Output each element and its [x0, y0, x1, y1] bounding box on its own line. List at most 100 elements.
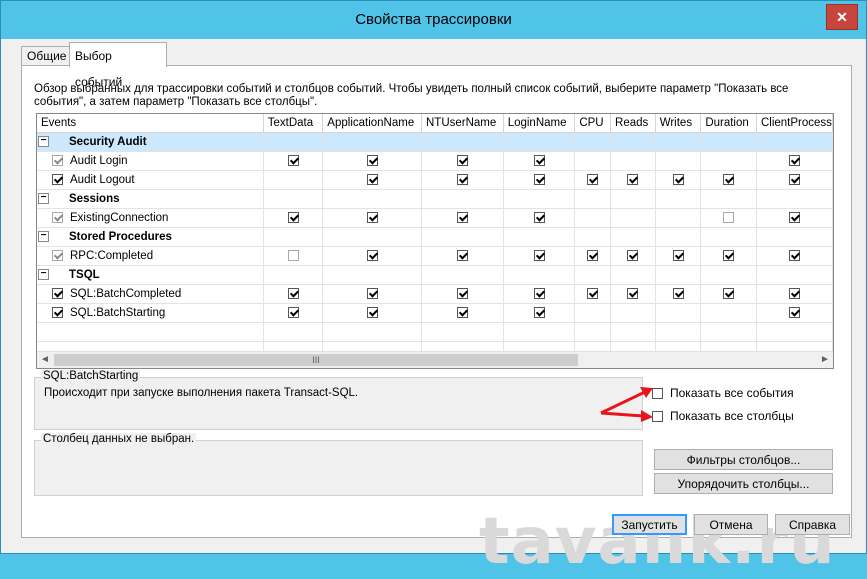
column-checkbox[interactable]: [287, 307, 299, 319]
event-cell[interactable]: [610, 246, 656, 266]
event-row[interactable]: ExistingConnection: [37, 208, 833, 228]
column-checkbox[interactable]: [366, 288, 378, 300]
column-checkbox[interactable]: [672, 250, 684, 262]
column-checkbox[interactable]: [788, 250, 800, 262]
title-bar[interactable]: Свойства трассировки ✕: [1, 1, 866, 39]
column-checkbox[interactable]: [587, 288, 599, 300]
column-checkbox[interactable]: [533, 155, 545, 167]
cancel-button[interactable]: Отмена: [694, 514, 768, 535]
column-checkbox[interactable]: [533, 250, 545, 262]
column-checkbox[interactable]: [788, 307, 800, 319]
event-cell[interactable]: [421, 208, 504, 228]
column-header-clientprocess[interactable]: ClientProcess: [756, 114, 833, 133]
column-checkbox[interactable]: [456, 155, 468, 167]
scroll-right-arrow-icon[interactable]: ►: [817, 352, 833, 368]
event-cell[interactable]: [700, 170, 757, 190]
event-cell[interactable]: [574, 246, 612, 266]
column-header-cpu[interactable]: CPU: [574, 114, 612, 133]
column-checkbox[interactable]: [533, 212, 545, 224]
column-header-textdata[interactable]: TextData: [263, 114, 324, 133]
scroll-thumb[interactable]: III: [54, 354, 578, 366]
column-checkbox[interactable]: [788, 155, 800, 167]
event-cell[interactable]: [503, 284, 576, 304]
column-checkbox[interactable]: [366, 307, 378, 319]
event-row[interactable]: SQL:BatchStarting: [37, 303, 833, 323]
column-checkbox[interactable]: [788, 212, 800, 224]
collapse-icon[interactable]: −: [38, 269, 49, 281]
event-cell[interactable]: [322, 170, 422, 190]
event-cell[interactable]: [263, 303, 324, 323]
event-enable-checkbox[interactable]: [52, 288, 63, 300]
column-checkbox[interactable]: [287, 212, 299, 224]
column-checkbox[interactable]: [788, 288, 800, 300]
event-cell[interactable]: [756, 208, 833, 228]
event-row[interactable]: Audit Login: [37, 151, 833, 171]
column-checkbox[interactable]: [627, 174, 639, 186]
column-checkbox[interactable]: [366, 174, 378, 186]
event-cell[interactable]: [574, 170, 612, 190]
event-cell[interactable]: [655, 284, 702, 304]
column-header-events[interactable]: Events: [37, 114, 264, 133]
column-checkbox[interactable]: [456, 212, 468, 224]
event-cell[interactable]: [322, 208, 422, 228]
event-cell[interactable]: [421, 303, 504, 323]
column-checkbox[interactable]: [366, 155, 378, 167]
event-cell[interactable]: [503, 246, 576, 266]
event-cell[interactable]: [655, 246, 702, 266]
event-cell[interactable]: [574, 284, 612, 304]
scroll-left-arrow-icon[interactable]: ◄: [37, 352, 53, 368]
event-cell[interactable]: [322, 246, 422, 266]
event-cell[interactable]: [610, 170, 656, 190]
event-cell[interactable]: [503, 151, 576, 171]
event-cell[interactable]: [503, 303, 576, 323]
column-checkbox[interactable]: [456, 307, 468, 319]
event-cell[interactable]: [503, 170, 576, 190]
event-cell[interactable]: [756, 303, 833, 323]
column-header-writes[interactable]: Writes: [655, 114, 702, 133]
column-checkbox[interactable]: [723, 212, 735, 224]
event-cell[interactable]: [421, 284, 504, 304]
event-enable-checkbox[interactable]: [52, 155, 63, 167]
event-enable-checkbox[interactable]: [52, 307, 63, 319]
event-cell[interactable]: [322, 151, 422, 171]
event-cell[interactable]: [503, 208, 576, 228]
column-checkbox[interactable]: [287, 288, 299, 300]
column-header-ntusername[interactable]: NTUserName: [421, 114, 504, 133]
tab-general[interactable]: Общие: [21, 46, 71, 66]
event-cell[interactable]: [655, 170, 702, 190]
event-enable-checkbox[interactable]: [52, 212, 63, 224]
event-cell[interactable]: [756, 284, 833, 304]
column-checkbox[interactable]: [788, 174, 800, 186]
column-header-duration[interactable]: Duration: [700, 114, 757, 133]
column-header-loginname[interactable]: LoginName: [503, 114, 576, 133]
column-checkbox[interactable]: [723, 288, 735, 300]
event-enable-checkbox[interactable]: [52, 174, 63, 186]
column-checkbox[interactable]: [533, 288, 545, 300]
event-row[interactable]: SQL:BatchCompleted: [37, 284, 833, 304]
event-cell[interactable]: [421, 246, 504, 266]
event-cell[interactable]: [700, 284, 757, 304]
event-cell[interactable]: [263, 246, 324, 266]
column-header-reads[interactable]: Reads: [610, 114, 656, 133]
column-checkbox[interactable]: [287, 155, 299, 167]
event-cell[interactable]: [756, 151, 833, 171]
event-row[interactable]: RPC:Completed: [37, 246, 833, 266]
column-checkbox[interactable]: [587, 250, 599, 262]
column-checkbox[interactable]: [366, 212, 378, 224]
column-checkbox[interactable]: [627, 288, 639, 300]
column-header-applicationname[interactable]: ApplicationName: [322, 114, 422, 133]
event-enable-checkbox[interactable]: [52, 250, 63, 262]
category-row[interactable]: − Stored Procedures: [37, 227, 833, 247]
run-button[interactable]: Запустить: [612, 514, 687, 535]
column-checkbox[interactable]: [456, 288, 468, 300]
collapse-icon[interactable]: −: [38, 136, 49, 148]
column-checkbox[interactable]: [287, 250, 299, 262]
close-button[interactable]: ✕: [826, 4, 858, 30]
tab-events-selection[interactable]: Выбор событий: [69, 42, 167, 89]
column-checkbox[interactable]: [456, 174, 468, 186]
column-checkbox[interactable]: [627, 250, 639, 262]
event-cell[interactable]: [322, 303, 422, 323]
show-all-columns-option[interactable]: Показать все столбцы: [652, 409, 794, 423]
event-cell[interactable]: [421, 151, 504, 171]
event-row[interactable]: Audit Logout: [37, 170, 833, 190]
